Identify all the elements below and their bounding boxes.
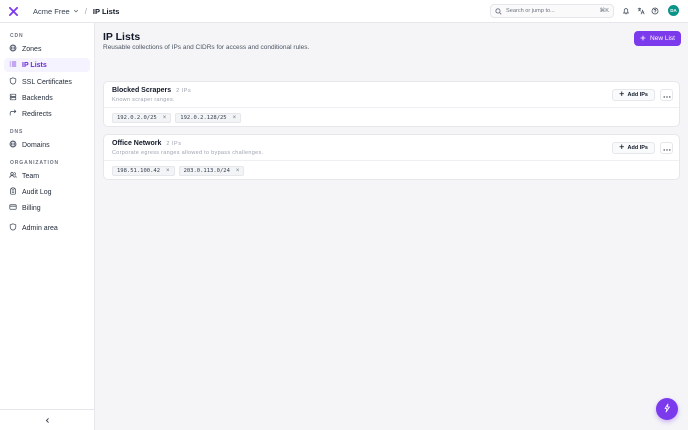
sparkle-icon [662,400,672,418]
new-list-label: New List [650,35,675,42]
sidebar-item-label: Domains [22,141,50,149]
chevron-left-icon [44,411,51,429]
credit-card-icon [9,203,17,213]
sidebar-item-label: Zones [22,45,42,53]
sidebar-item-label: Admin area [22,224,58,232]
remove-entry-icon[interactable]: × [163,115,167,121]
ip-entry-list: 198.51.100.42 × 203.0.113.0/24 × [104,161,679,181]
page-subtitle: Reusable collections of IPs and CIDRs fo… [103,44,310,51]
search-input[interactable]: Search or jump to... ⌘K [490,4,614,18]
remove-entry-icon[interactable]: × [233,115,237,121]
sidebar-item-backends[interactable]: Backends [4,91,90,105]
list-description: Corporate egress ranges allowed to bypas… [112,150,264,156]
shield-icon [9,223,17,233]
redirect-icon [9,109,17,119]
search-placeholder: Search or jump to... [506,8,555,14]
avatar[interactable]: DA [668,5,679,16]
shield-icon [9,77,17,87]
server-icon [9,93,17,103]
ip-entry-value: 198.51.100.42 [117,168,161,174]
card-header: Blocked Scrapers 2 IPs Known scraper ran… [104,82,679,108]
chevron-down-icon [73,7,79,16]
new-list-button[interactable]: New List [634,31,681,46]
sidebar-item-zones[interactable]: Zones [4,42,90,56]
ip-entry-value: 192.0.2.0/25 [117,115,157,121]
breadcrumb-current: IP Lists [92,6,120,16]
sidebar-item-ip-lists[interactable]: IP Lists [4,58,90,72]
sidebar-item-label: Backends [22,94,53,102]
add-ips-button[interactable]: Add IPs [612,142,655,154]
list-name[interactable]: Office Network [112,140,161,147]
assistant-fab-button[interactable] [656,398,678,420]
org-name: Acme Free [33,6,70,16]
add-ips-button[interactable]: Add IPs [612,89,655,101]
sidebar-section-organization: ORGANIZATION [10,160,60,166]
sidebar: CDN Zones IP Lists SSL Certificates Back… [0,23,95,430]
plus-icon [640,35,646,43]
sidebar-item-ssl-certificates[interactable]: SSL Certificates [4,75,90,89]
list-icon [9,60,17,70]
list-description: Known scraper ranges. [112,97,175,103]
ip-entry-chip: 198.51.100.42 × [112,166,175,176]
sidebar-section-dns: DNS [10,129,24,135]
list-name[interactable]: Blocked Scrapers [112,87,171,94]
more-options-button[interactable] [660,142,673,154]
sidebar-item-domains[interactable]: Domains [4,138,90,152]
clipboard-icon [9,187,17,197]
card-title-row: Office Network 2 IPs [112,140,181,147]
remove-entry-icon[interactable]: × [166,168,170,174]
sidebar-item-label: Billing [22,204,41,212]
plus-icon [619,144,625,152]
ip-entry-chip: 192.0.2.128/25 × [175,113,242,123]
ip-entry-list: 192.0.2.0/25 × 192.0.2.128/25 × [104,108,679,128]
sidebar-item-audit-log[interactable]: Audit Log [4,185,90,199]
page-title: IP Lists [103,31,141,43]
list-count: 2 IPs [166,141,182,147]
sidebar-item-label: Redirects [22,110,52,118]
ip-list-card: Blocked Scrapers 2 IPs Known scraper ran… [103,81,680,127]
search-icon [495,2,502,20]
sidebar-item-admin-area[interactable]: Admin area [4,221,90,235]
collapse-sidebar-button[interactable] [0,409,94,430]
globe-icon [9,140,17,150]
sidebar-item-redirects[interactable]: Redirects [4,107,90,121]
card-title-row: Blocked Scrapers 2 IPs [112,87,191,94]
ip-entry-value: 192.0.2.128/25 [180,115,227,121]
top-bar: Acme Free / IP Lists Search or jump to..… [0,0,688,23]
more-options-button[interactable] [660,89,673,101]
ip-list-card: Office Network 2 IPs Corporate egress ra… [103,134,680,180]
translate-icon[interactable] [636,6,646,16]
users-icon [9,171,17,181]
sidebar-item-label: Team [22,172,40,180]
sidebar-item-team[interactable]: Team [4,169,90,183]
ip-entry-chip: 192.0.2.0/25 × [112,113,172,123]
help-icon[interactable] [650,6,660,16]
card-header: Office Network 2 IPs Corporate egress ra… [104,135,679,161]
add-ips-label: Add IPs [627,92,648,98]
logo-icon[interactable] [7,5,19,17]
more-horizontal-icon [662,139,671,157]
bell-icon[interactable] [621,6,631,16]
globe-icon [9,44,17,54]
ip-entry-chip: 203.0.113.0/24 × [178,166,245,176]
plus-icon [619,91,625,99]
sidebar-item-label: SSL Certificates [22,78,72,86]
org-switcher[interactable]: Acme Free [33,7,79,16]
add-ips-label: Add IPs [627,145,648,151]
sidebar-section-cdn: CDN [10,33,24,39]
list-count: 2 IPs [176,88,192,94]
sidebar-item-label: Audit Log [22,188,52,196]
search-shortcut: ⌘K [599,8,609,14]
ip-entry-value: 203.0.113.0/24 [183,168,230,174]
remove-entry-icon[interactable]: × [236,168,240,174]
sidebar-item-label: IP Lists [22,61,47,69]
more-horizontal-icon [662,86,671,104]
breadcrumb-separator: / [84,6,87,16]
sidebar-item-billing[interactable]: Billing [4,201,90,215]
